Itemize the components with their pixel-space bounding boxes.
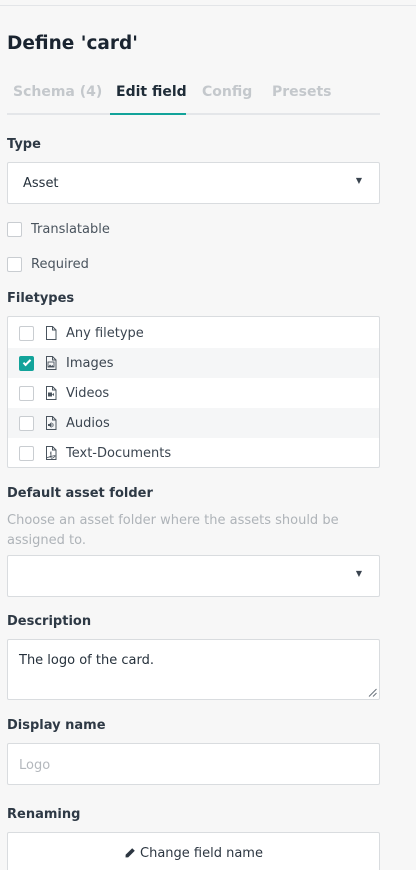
asset-folder-hint: Choose an asset folder where the assets … (7, 513, 339, 548)
asset-folder-select[interactable]: ▼ (7, 555, 380, 597)
filetype-any-checkbox[interactable] (19, 325, 34, 341)
filetypes-label: Filetypes (7, 291, 75, 306)
filetype-label: Any filetype (66, 325, 144, 341)
translatable-checkbox[interactable] (7, 221, 22, 237)
display-name-input[interactable]: Logo (7, 743, 380, 785)
required-checkbox[interactable] (7, 256, 22, 272)
filetypes-list: Any filetype Images Videos Audios Text-D… (7, 316, 380, 468)
file-icon (46, 326, 57, 340)
filetype-label: Audios (66, 415, 110, 431)
filetype-label: Images (66, 355, 114, 371)
display-name-label: Display name (7, 718, 106, 733)
tab-bar: Schema (4) Edit field Config Presets (7, 78, 380, 115)
video-file-icon (46, 386, 57, 400)
field-editor-panel: Define 'card' Schema (4) Edit field Conf… (0, 0, 416, 870)
top-divider (0, 5, 416, 6)
required-option[interactable]: Required (7, 255, 89, 273)
image-file-icon (46, 356, 57, 370)
type-select-value: Asset (23, 176, 59, 191)
filetype-label: Videos (66, 385, 110, 401)
tab-presets[interactable]: Presets (272, 84, 332, 100)
change-field-name-label: Change field name (140, 846, 263, 861)
description-text: The logo of the card. (19, 653, 154, 668)
description-textarea[interactable]: The logo of the card. (7, 639, 380, 700)
filetype-text-documents[interactable]: Text-Documents (8, 438, 379, 467)
filetype-any[interactable]: Any filetype (8, 318, 379, 348)
translatable-label: Translatable (31, 221, 110, 237)
pdf-file-icon (46, 446, 57, 460)
filetype-images[interactable]: Images (8, 348, 379, 378)
description-label: Description (7, 614, 92, 629)
audio-file-icon (46, 416, 57, 430)
tab-edit-field[interactable]: Edit field (116, 84, 187, 100)
tab-config[interactable]: Config (202, 84, 252, 100)
tab-schema[interactable]: Schema (4) (13, 84, 102, 100)
type-select[interactable]: Asset ▼ (7, 162, 380, 204)
asset-folder-label: Default asset folder (7, 486, 153, 501)
type-label: Type (7, 137, 41, 152)
page-title: Define 'card' (7, 33, 138, 54)
display-name-placeholder: Logo (19, 758, 51, 773)
caret-down-icon: ▼ (355, 176, 362, 185)
active-tab-indicator (110, 113, 186, 115)
pencil-icon (125, 848, 135, 858)
filetype-text-documents-checkbox[interactable] (19, 445, 34, 461)
filetype-audios-checkbox[interactable] (19, 415, 34, 431)
change-field-name-button[interactable]: Change field name (7, 832, 380, 870)
renaming-label: Renaming (7, 807, 81, 822)
filetype-label: Text-Documents (66, 445, 172, 461)
filetype-images-checkbox[interactable] (19, 355, 34, 371)
required-label: Required (31, 256, 89, 272)
filetype-audios[interactable]: Audios (8, 408, 379, 438)
filetype-videos[interactable]: Videos (8, 378, 379, 408)
filetype-videos-checkbox[interactable] (19, 385, 34, 401)
translatable-option[interactable]: Translatable (7, 220, 110, 238)
caret-down-icon: ▼ (355, 569, 362, 578)
resize-handle-icon[interactable] (368, 688, 377, 697)
